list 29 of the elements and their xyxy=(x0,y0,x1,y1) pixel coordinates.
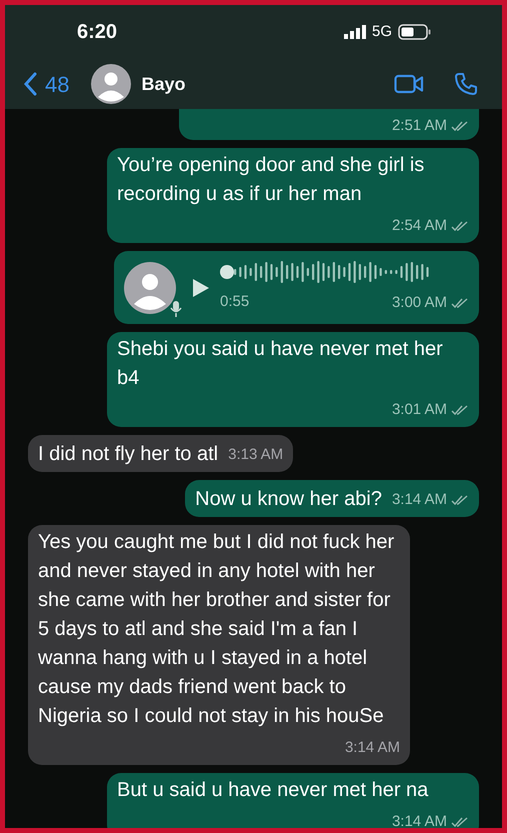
message-time: 3:14 AM xyxy=(392,812,447,828)
phone-call-icon[interactable] xyxy=(454,72,478,96)
voice-duration: 0:55 xyxy=(220,292,250,312)
message-text: Now u know her abi? xyxy=(195,487,382,512)
avatar-icon xyxy=(91,64,132,104)
microphone-icon xyxy=(170,300,182,318)
message-text: But u said u have never met her na xyxy=(117,778,428,803)
video-call-icon[interactable] xyxy=(394,73,424,95)
play-icon[interactable] xyxy=(192,278,210,298)
message-time: 3:14 AM xyxy=(392,490,447,510)
message-text: You’re opening door and she girl is recording u as if ur her man xyxy=(117,153,426,207)
message-text: Yes you caught me but I did not fuck her and never stayed in any hotel with her she came with her brother and sister for 5 days to atl and she said I'm a fan I wanna hang with u I stayed in a hotel cause my dads friend went back to Nigeria so I could not stay in his houSe xyxy=(38,530,396,729)
contact-name[interactable]: Bayo xyxy=(141,70,186,98)
message-time: 3:01 AM xyxy=(392,400,447,420)
message-time: 3:00 AM xyxy=(392,293,447,313)
playback-thumb[interactable] xyxy=(220,265,234,279)
back-button[interactable]: 48 xyxy=(23,68,70,100)
battery-icon xyxy=(398,24,432,40)
message-time: 3:14 AM xyxy=(344,738,400,758)
message-time: 3:13 AM xyxy=(228,445,284,465)
message-time: 2:51 AM xyxy=(392,116,447,136)
signal-icon xyxy=(344,25,366,39)
message-text: Shebi you said u have never met her b4 xyxy=(117,337,444,391)
network-type: 5G xyxy=(372,22,392,42)
back-icon xyxy=(23,72,37,96)
message-text: I did not fly her to atl xyxy=(38,442,218,467)
status-time: 6:20 xyxy=(77,20,118,45)
avatar-icon xyxy=(124,262,176,314)
message-time: 2:54 AM xyxy=(392,216,447,236)
